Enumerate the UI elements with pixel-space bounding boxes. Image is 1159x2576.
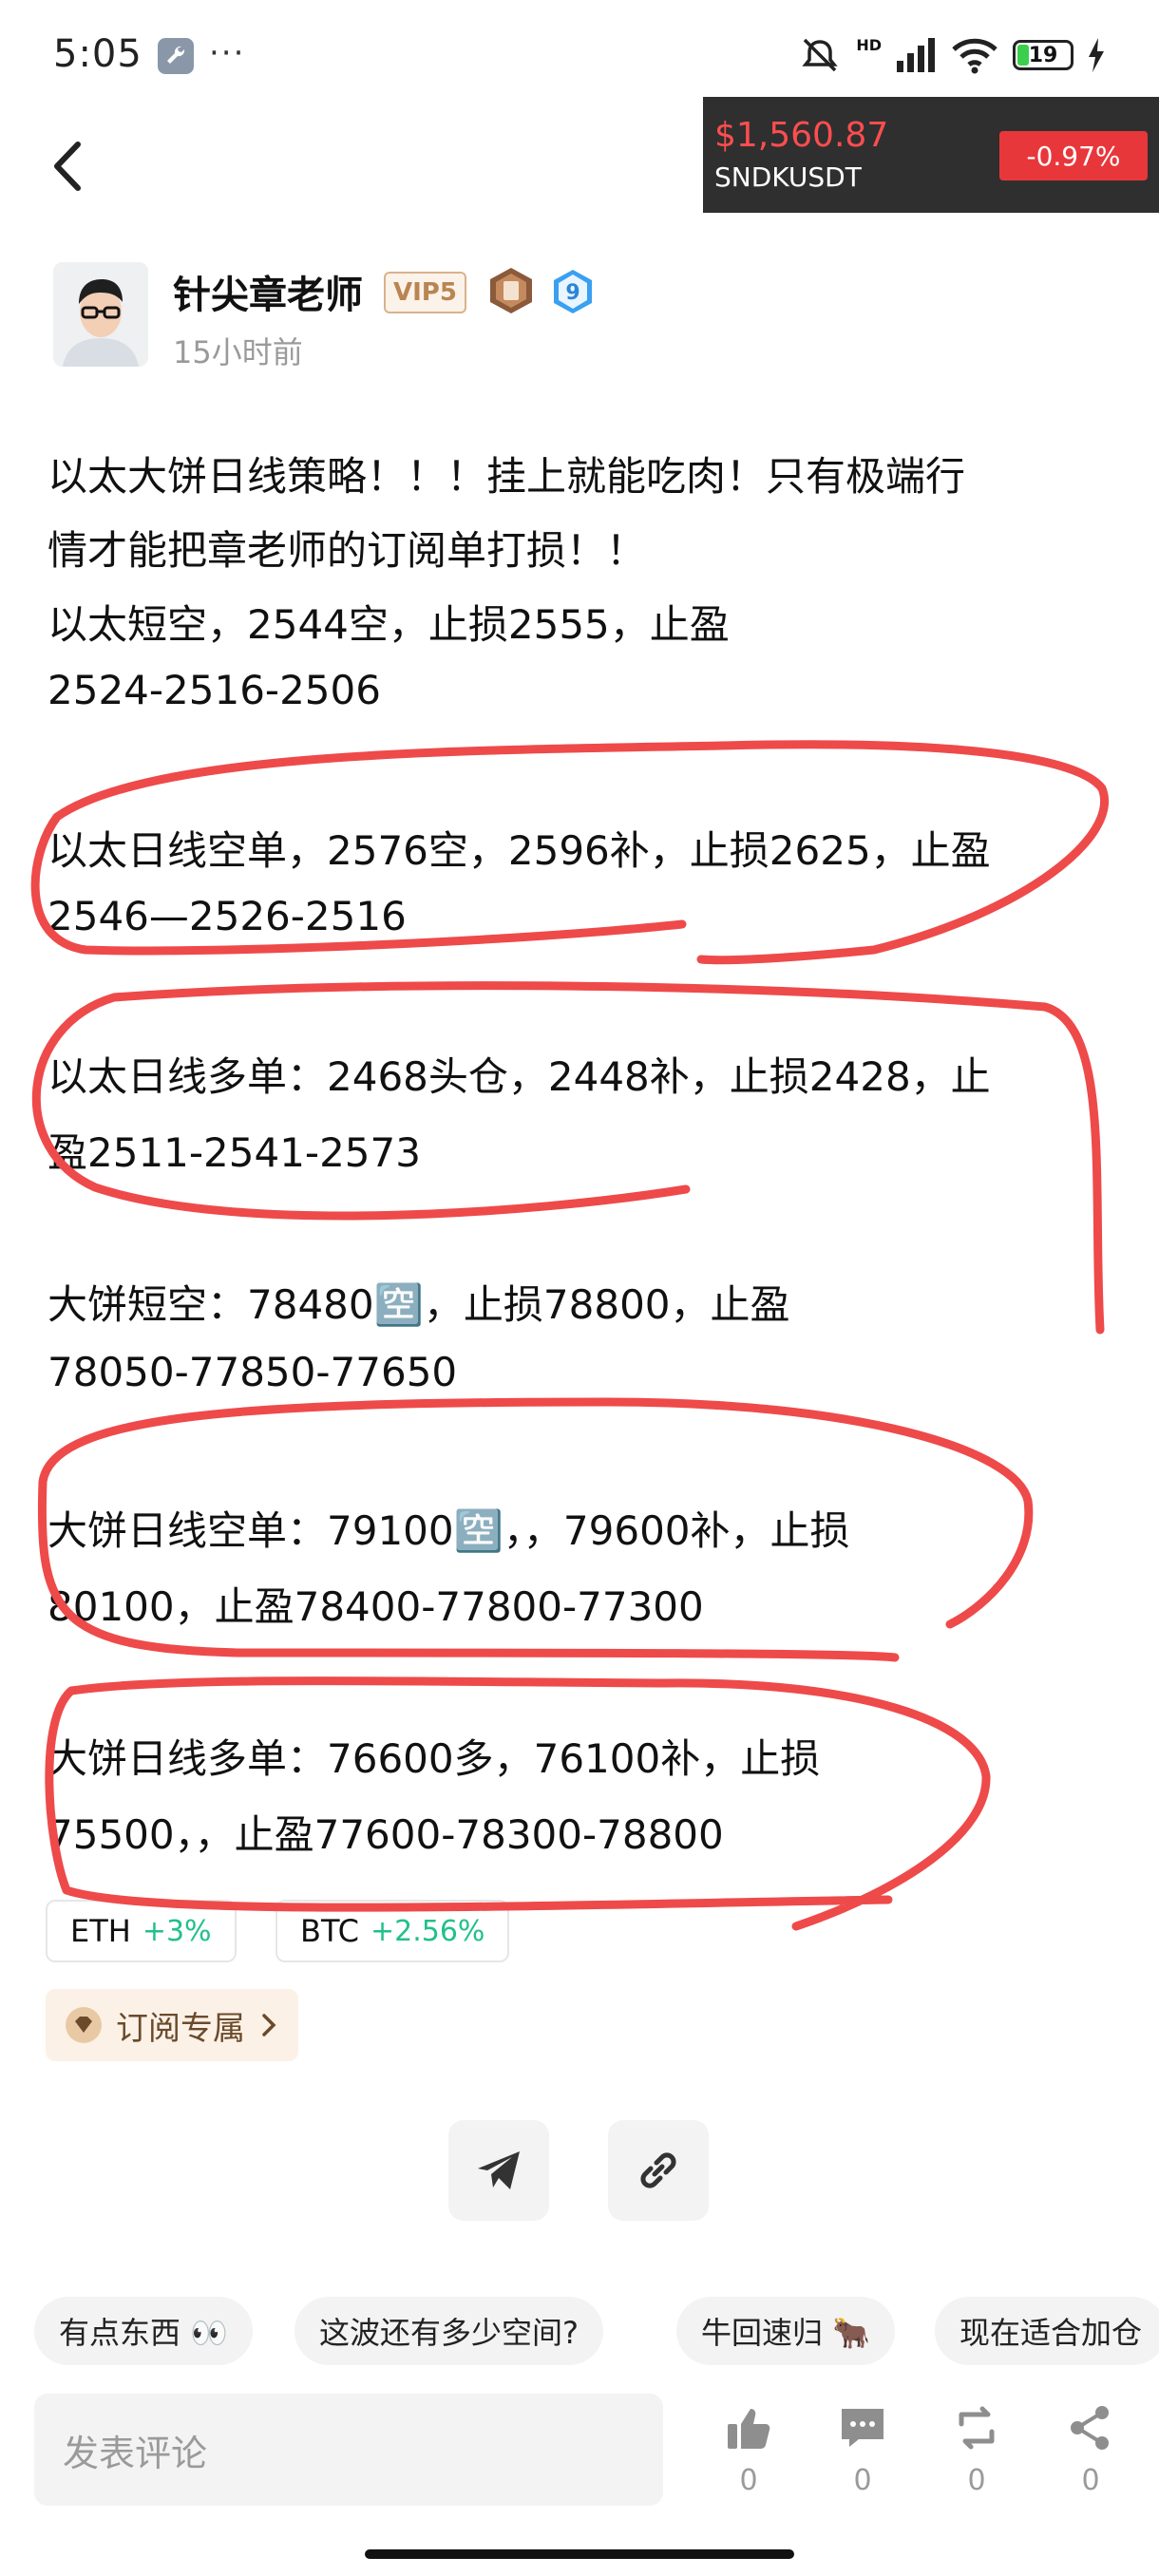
vip-badge: VIP5 bbox=[384, 272, 466, 313]
share-button[interactable]: 0 bbox=[1053, 2403, 1129, 2497]
status-indicators: HD 19 bbox=[797, 36, 1106, 74]
svg-text:9: 9 bbox=[565, 281, 580, 305]
post-line: 2546—2526-2516 bbox=[48, 893, 407, 939]
comment-count: 0 bbox=[853, 2464, 872, 2497]
thumbs-up-icon bbox=[728, 2409, 770, 2449]
repost-button[interactable]: 0 bbox=[939, 2403, 1015, 2497]
post-line: 78050-77850-77650 bbox=[48, 1349, 458, 1395]
chevron-right-icon bbox=[262, 2014, 276, 2036]
link-icon bbox=[640, 2152, 676, 2188]
like-button[interactable]: 0 bbox=[711, 2403, 787, 2497]
like-count: 0 bbox=[739, 2464, 758, 2497]
author-name[interactable]: 针尖章老师 bbox=[173, 264, 363, 319]
home-indicator[interactable] bbox=[365, 2549, 794, 2559]
quick-reply-chip[interactable]: 现在适合加仓 bbox=[935, 2297, 1159, 2365]
wrench-icon bbox=[158, 38, 194, 74]
ticker-price: $1,560.87 bbox=[714, 116, 889, 155]
share-count: 0 bbox=[1081, 2464, 1100, 2497]
post-line: 以太日线多单：2468头仓，2448补，止损2428，止 bbox=[48, 1053, 991, 1100]
share-icon bbox=[1071, 2406, 1109, 2450]
coin-tag-change: +2.56% bbox=[370, 1914, 485, 1948]
battery-indicator: 19 bbox=[1013, 40, 1074, 70]
coin-tag-btc[interactable]: BTC +2.56% bbox=[276, 1900, 510, 1962]
post-line: 以太日线空单，2576空，2596补，止损2625，止盈 bbox=[48, 827, 991, 874]
rank-badge-icon bbox=[490, 268, 532, 313]
post-time: 15小时前 bbox=[173, 334, 303, 370]
comment-bubble-icon bbox=[842, 2409, 884, 2447]
back-arrow-icon[interactable] bbox=[44, 133, 93, 199]
post-line: 情才能把章老师的订阅单打损！！ bbox=[48, 527, 647, 574]
comment-input[interactable]: 发表评论 bbox=[34, 2394, 663, 2506]
subscription-label: 订阅专属 bbox=[116, 2009, 245, 2048]
diamond-icon bbox=[66, 2007, 102, 2043]
avatar[interactable] bbox=[53, 262, 148, 367]
copy-link-button[interactable] bbox=[608, 2120, 709, 2221]
coin-tag-symbol: BTC bbox=[300, 1913, 359, 1949]
coin-tag-change: +3% bbox=[142, 1914, 212, 1948]
post-line: 盈2511-2541-2573 bbox=[48, 1129, 421, 1176]
level-badge: 9 bbox=[554, 270, 592, 313]
quick-reply-chip[interactable]: 这波还有多少空间? bbox=[294, 2297, 603, 2365]
mute-bell-icon bbox=[802, 38, 838, 72]
network-label: HD bbox=[856, 36, 882, 54]
telegram-share-button[interactable] bbox=[448, 2120, 549, 2221]
signal-icon bbox=[897, 38, 935, 72]
repost-icon bbox=[959, 2406, 995, 2450]
quick-reply-chip[interactable]: 有点东西 👀 bbox=[34, 2297, 254, 2365]
post-line: 75500，，止盈77600-78300-78800 bbox=[48, 1811, 724, 1858]
ticker-symbol: SNDKUSDT bbox=[714, 161, 862, 193]
coin-tag-symbol: ETH bbox=[70, 1913, 131, 1949]
subscription-tag[interactable]: 订阅专属 bbox=[46, 1989, 298, 2061]
coin-tag-eth[interactable]: ETH +3% bbox=[46, 1900, 237, 1962]
wifi-icon bbox=[952, 38, 998, 74]
quick-reply-chip[interactable]: 牛回速归 🐂 bbox=[676, 2297, 896, 2365]
post-line: 大饼日线多单：76600多，76100补，止损 bbox=[48, 1735, 821, 1782]
post-line: 以太大饼日线策略！！！挂上就能吃肉！只有极端行 bbox=[48, 453, 966, 500]
post-line: 大饼短空：78480🈳，止损78800，止盈 bbox=[48, 1281, 790, 1328]
post-line: 大饼日线空单：79100🈳，，79600补，止损 bbox=[48, 1507, 850, 1554]
status-more: ··· bbox=[209, 34, 246, 72]
post-line: 以太短空，2544空，止损2555，止盈 bbox=[48, 601, 730, 648]
ticker-change-badge: -0.97% bbox=[999, 131, 1148, 180]
charging-icon bbox=[1089, 38, 1104, 72]
comment-button[interactable]: 0 bbox=[825, 2403, 901, 2497]
post-line: 80100，止盈78400-77800-77300 bbox=[48, 1583, 704, 1630]
repost-count: 0 bbox=[967, 2464, 986, 2497]
status-time: 5:05 bbox=[53, 32, 142, 76]
paper-plane-icon bbox=[478, 2151, 520, 2189]
post-line: 2524-2516-2506 bbox=[48, 667, 381, 713]
